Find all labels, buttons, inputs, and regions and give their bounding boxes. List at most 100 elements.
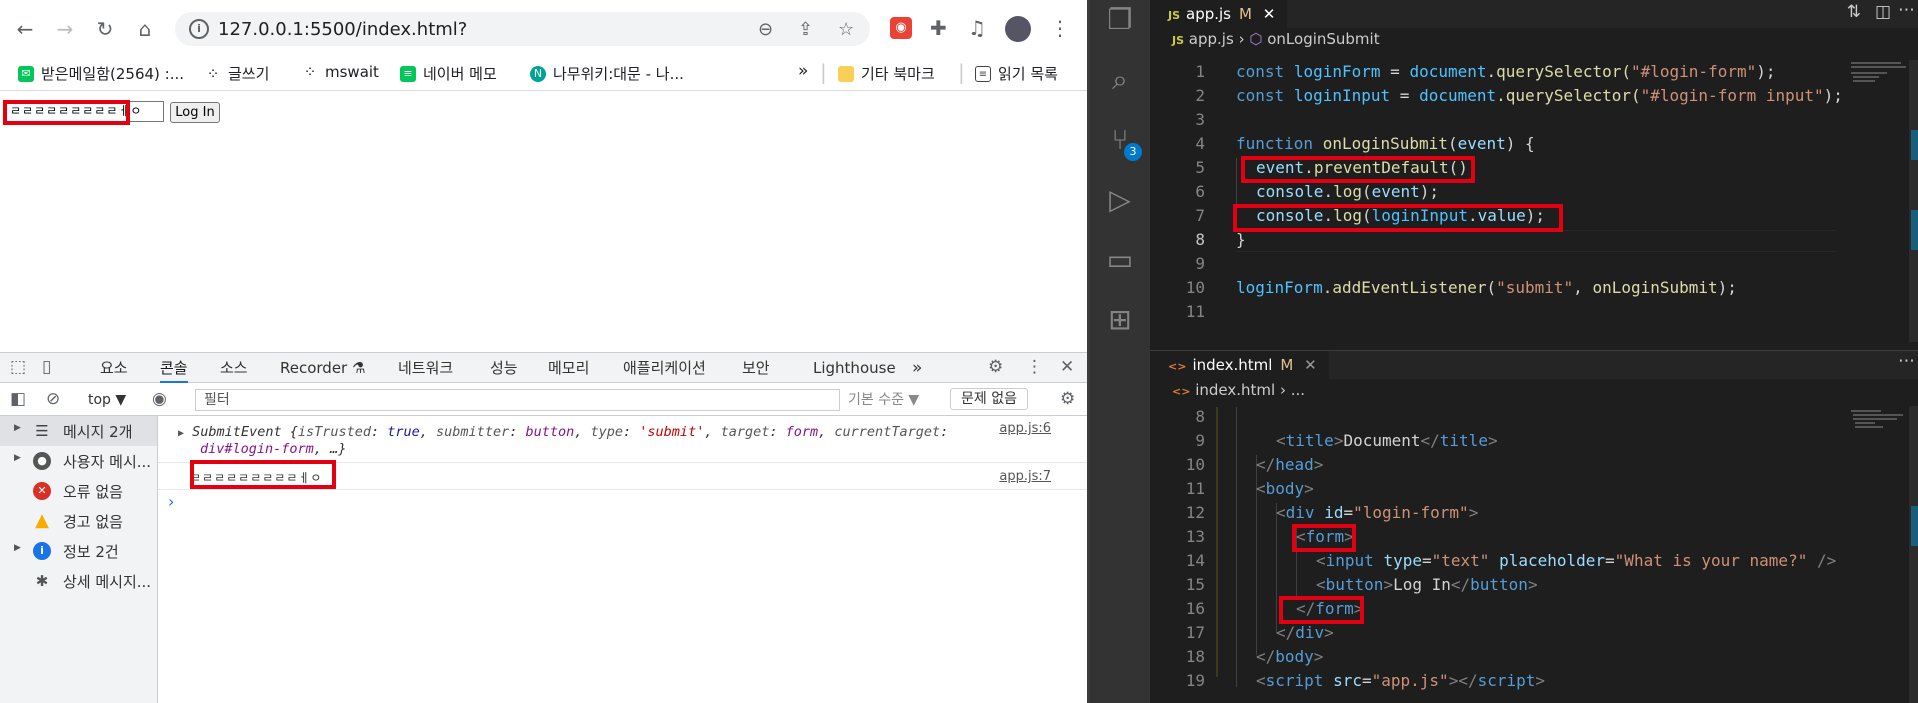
clear-console-icon[interactable]: ⊘	[46, 389, 60, 409]
gutter-change-indicator	[1216, 407, 1218, 677]
code-area-html[interactable]: 8 9 10 11 12 13 14 15 16 17 18 19 <title…	[1150, 407, 1918, 703]
devtools-menu-icon[interactable]: ⋮	[1026, 357, 1043, 377]
tistory-icon: ⁘	[303, 63, 317, 81]
tab-console[interactable]: 콘솔	[160, 353, 188, 383]
tab-appjs[interactable]: JS app.js M ✕	[1150, 0, 1288, 28]
more-actions-icon[interactable]: ⋯	[1898, 351, 1915, 371]
inspect-icon[interactable]: ⬚	[10, 357, 26, 377]
run-debug-icon[interactable]: ▷	[1104, 184, 1136, 216]
indent-guide	[1276, 503, 1277, 633]
device-toggle-icon[interactable]: ▯	[42, 357, 51, 377]
sidebar-item-messages[interactable]: ▶ ☰ 메시지 2개	[0, 416, 157, 446]
warning-icon: ▲	[35, 510, 49, 531]
sidebar-toggle-icon[interactable]: ◧	[10, 389, 26, 409]
minimap[interactable]	[1847, 60, 1909, 342]
tab-security[interactable]: 보안	[742, 353, 770, 383]
current-line-highlight	[1236, 230, 1836, 252]
bookmark-namuwiki[interactable]: N 나무위키:대문 - 나...	[530, 63, 684, 84]
compare-changes-icon[interactable]: ⇅	[1847, 2, 1861, 22]
more-actions-icon[interactable]: ⋯	[1898, 0, 1915, 20]
reload-icon[interactable]: ↻	[92, 14, 118, 44]
close-icon[interactable]: ✕	[1263, 5, 1276, 23]
sidebar-item-info[interactable]: ▶ i 정보 2건	[0, 536, 157, 566]
code-line: </div>	[1276, 623, 1334, 642]
log-level-selector[interactable]: 기본 수준 ▼	[848, 385, 919, 415]
home-icon[interactable]: ⌂	[132, 14, 158, 44]
profile-avatar[interactable]	[1005, 16, 1031, 42]
tab-application[interactable]: 애플리케이션	[623, 353, 706, 383]
back-icon[interactable]: ←	[12, 14, 38, 44]
issues-button[interactable]: 문제 없음	[950, 388, 1028, 410]
bookmarks-bar: ✉ 받은메일함(2564) :... ⁘ 글쓰기 ⁘ mswait ≡ 네이버 메모 N…	[0, 57, 1087, 91]
code-line: </body>	[1256, 647, 1324, 666]
close-icon[interactable]: ✕	[1304, 356, 1317, 374]
tab-elements[interactable]: 요소	[100, 353, 128, 383]
explorer-files-icon[interactable]: ❐	[1104, 4, 1136, 36]
code-line: const loginForm = document.querySelector…	[1236, 62, 1776, 81]
live-expression-eye-icon[interactable]: ◉	[152, 389, 167, 409]
scrollbar[interactable]	[1909, 60, 1918, 342]
bookmark-mswait[interactable]: ⁘ mswait	[302, 63, 379, 81]
code-line: <input type="text" placeholder="What is …	[1316, 551, 1837, 570]
minimap[interactable]	[1847, 406, 1909, 703]
tab-recorder[interactable]: Recorder ⚗	[280, 353, 365, 383]
search-icon[interactable]: ⌕	[1104, 64, 1136, 96]
extensions-puzzle-icon[interactable]: ✚	[930, 14, 947, 42]
console-message[interactable]: app.js:6 ▶ SubmitEvent {isTrusted: true,…	[158, 416, 1087, 463]
indent-guide	[1236, 407, 1237, 687]
tab-network[interactable]: 네트워크	[398, 353, 453, 383]
sidebar-item-warnings[interactable]: ▲ 경고 없음	[0, 506, 157, 536]
star-icon[interactable]: ☆	[838, 19, 854, 40]
console-settings-icon[interactable]: ⚙	[1060, 389, 1075, 409]
bookmark-mail[interactable]: ✉ 받은메일함(2564) :...	[18, 63, 184, 84]
context-selector[interactable]: top ▼	[88, 385, 126, 415]
tab-memory[interactable]: 메모리	[548, 353, 589, 383]
code-line: console.log(event);	[1256, 182, 1440, 201]
scrollbar[interactable]	[1909, 406, 1918, 703]
filter-input[interactable]: 필터	[195, 389, 840, 411]
close-icon[interactable]: ✕	[1060, 357, 1074, 377]
settings-gear-icon[interactable]: ⚙	[988, 357, 1003, 377]
code-line: <div id="login-form">	[1276, 503, 1479, 522]
address-bar[interactable]: i 127.0.0.1:5500/index.html? ⊖ ⇪ ☆	[175, 12, 870, 46]
sidebar-item-verbose[interactable]: ✱ 상세 메시지...	[0, 566, 157, 596]
site-info-icon[interactable]: i	[189, 19, 209, 39]
menu-kebab-icon[interactable]: ⋮	[1050, 14, 1070, 42]
login-button[interactable]: Log In	[170, 102, 220, 123]
tab-performance[interactable]: 성능	[490, 353, 518, 383]
vscode-window: ❐ ⌕ ⑂ 3 ▷ ▭ ⊞ JS app.js M ✕ ⇅ ◫ ⋯ JS app.j…	[1087, 0, 1918, 703]
source-link[interactable]: app.js:6	[999, 421, 1051, 436]
remote-explorer-icon[interactable]: ▭	[1104, 244, 1136, 276]
reading-list[interactable]: ≡ 읽기 목록	[975, 63, 1058, 84]
sidebar-item-user-messages[interactable]: ▶ ● 사용자 메시...	[0, 446, 157, 476]
mail-icon: ✉	[18, 65, 34, 82]
split-editor-icon[interactable]: ◫	[1875, 2, 1891, 22]
extensions-icon[interactable]: ⊞	[1104, 304, 1136, 336]
sidebar-item-errors[interactable]: ✕ 오류 없음	[0, 476, 157, 506]
source-link[interactable]: app.js:7	[999, 469, 1051, 484]
tab-lighthouse[interactable]: Lighthouse	[813, 353, 896, 383]
tab-indexhtml[interactable]: <> index.html M ✕	[1150, 351, 1329, 379]
bookmark-naver-memo[interactable]: ≡ 네이버 메모	[400, 63, 497, 84]
bookmarks-overflow[interactable]: »	[798, 61, 808, 81]
info-icon: i	[33, 542, 51, 560]
code-area-js[interactable]: 1 2 3 4 5 6 7 8 9 10 11 const loginForm …	[1150, 60, 1918, 342]
zoom-icon[interactable]: ⊖	[758, 19, 773, 40]
extension-record-icon[interactable]: ◉	[890, 17, 912, 39]
media-control-icon[interactable]: ♫	[968, 14, 986, 42]
share-icon[interactable]: ⇪	[798, 19, 813, 40]
page-viewport: ㄹㄹㄹㄹㄹㄹㄹㄹㄹㅔㅇ Log In	[0, 92, 1087, 352]
editor-indexhtml: <> index.html M ✕ ⋯ <> index.html › ... 8 …	[1150, 350, 1918, 703]
expand-arrow-icon[interactable]: ▶	[178, 428, 184, 439]
event-object-line: ▶ SubmitEvent {isTrusted: true, submitte…	[178, 424, 949, 440]
editor-appjs: JS app.js M ✕ ⇅ ◫ ⋯ JS app.js › ⬡ onLoginS…	[1150, 0, 1918, 342]
console-prompt[interactable]: ›	[168, 492, 174, 511]
bookmark-write[interactable]: ⁘ 글쓰기	[205, 63, 270, 84]
tabs-overflow[interactable]: »	[912, 353, 922, 383]
method-icon: ⬡	[1249, 30, 1263, 48]
forward-icon[interactable]: →	[52, 14, 78, 44]
code-line: <script src="app.js"></script>	[1256, 671, 1546, 690]
namuwiki-icon: N	[530, 65, 546, 82]
bookmark-other[interactable]: 기타 북마크	[838, 63, 935, 84]
tab-sources[interactable]: 소스	[220, 353, 248, 383]
